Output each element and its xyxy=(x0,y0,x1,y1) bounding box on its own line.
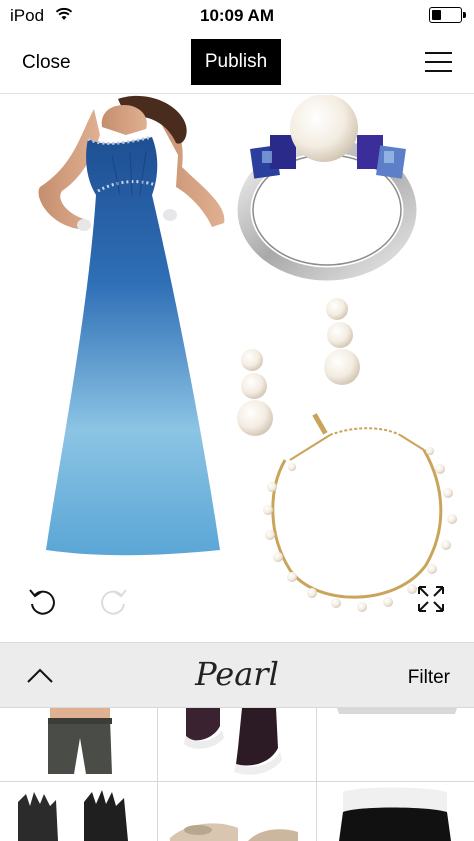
redo-icon[interactable] xyxy=(98,585,130,617)
outfit-canvas[interactable] xyxy=(0,94,474,642)
result-item-flats[interactable] xyxy=(158,782,316,841)
hamburger-menu-icon[interactable] xyxy=(425,50,452,74)
results-grid xyxy=(0,708,474,841)
undo-icon[interactable] xyxy=(26,585,58,617)
result-item-jeans[interactable] xyxy=(0,708,157,781)
result-item-black[interactable] xyxy=(317,782,474,841)
battery-icon xyxy=(429,7,466,23)
result-item-sneakers[interactable] xyxy=(158,708,316,781)
publish-button[interactable]: Publish xyxy=(191,39,281,85)
gown-image[interactable] xyxy=(38,95,225,556)
expand-icon[interactable] xyxy=(416,584,446,614)
status-time: 10:09 AM xyxy=(199,6,274,25)
filter-button[interactable]: Filter xyxy=(408,667,450,689)
status-bar: iPod 10:09 AM xyxy=(0,0,474,32)
result-item-white[interactable] xyxy=(317,708,474,781)
search-query[interactable]: Pearl xyxy=(0,655,474,693)
ring-image[interactable] xyxy=(237,94,417,281)
close-button[interactable]: Close xyxy=(22,52,71,74)
search-bar: Pearl Filter xyxy=(0,642,474,708)
result-item-gloves[interactable] xyxy=(0,782,157,841)
earrings-image[interactable] xyxy=(237,298,360,436)
top-nav-bar: Close Publish xyxy=(0,32,474,94)
necklace-image[interactable] xyxy=(263,413,457,612)
